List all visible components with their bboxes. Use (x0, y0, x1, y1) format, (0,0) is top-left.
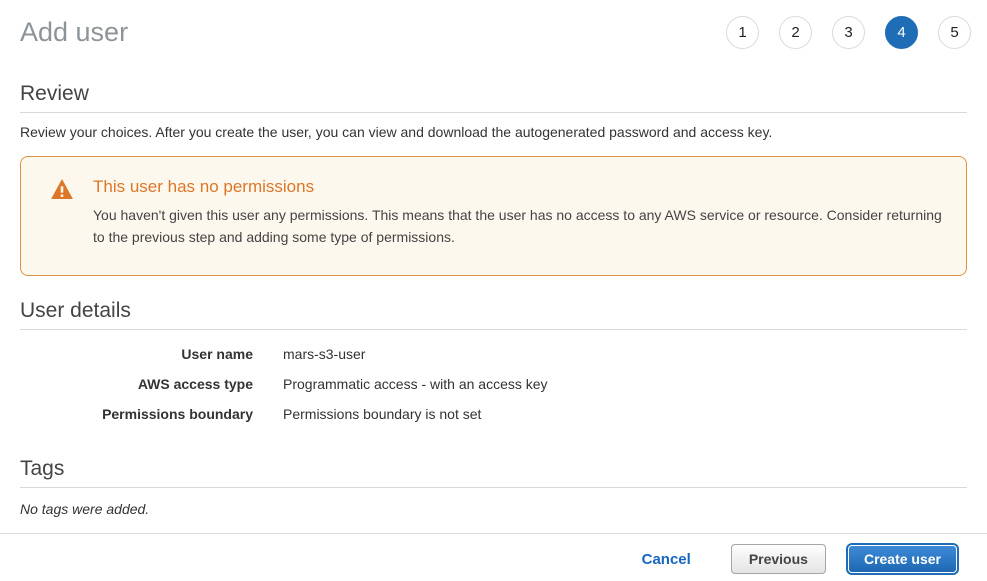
wizard-step-5: 5 (938, 16, 971, 49)
detail-row-access-type: AWS access type Programmatic access - wi… (20, 374, 967, 394)
review-description: Review your choices. After you create th… (20, 124, 967, 140)
detail-label: User name (20, 344, 253, 364)
no-permissions-warning-banner: This user has no permissions You haven't… (20, 156, 967, 276)
page-title: Add user (20, 17, 128, 48)
cancel-button[interactable]: Cancel (642, 551, 691, 568)
previous-button[interactable]: Previous (731, 544, 826, 574)
wizard-step-4-active: 4 (885, 16, 918, 49)
review-heading: Review (20, 81, 967, 106)
warning-body: You haven't given this user any permissi… (93, 204, 946, 248)
create-user-button-focus-ring: Create user (846, 543, 959, 575)
wizard-content: Review Review your choices. After you cr… (0, 81, 987, 517)
detail-label: Permissions boundary (20, 404, 253, 424)
detail-value: Permissions boundary is not set (283, 404, 481, 424)
tags-divider (20, 487, 967, 488)
user-details-heading: User details (20, 298, 967, 323)
wizard-footer: Cancel Previous Create user (0, 533, 987, 575)
wizard-step-1: 1 (726, 16, 759, 49)
tags-empty-message: No tags were added. (20, 501, 967, 517)
add-user-wizard-page: Add user 1 2 3 4 5 Review Review your ch… (0, 0, 987, 517)
warning-triangle-icon (51, 179, 73, 251)
create-user-button[interactable]: Create user (849, 546, 956, 572)
user-details-divider (20, 329, 967, 330)
detail-row-permissions-boundary: Permissions boundary Permissions boundar… (20, 404, 967, 424)
warning-title: This user has no permissions (93, 177, 946, 197)
wizard-step-3: 3 (832, 16, 865, 49)
detail-value: Programmatic access - with an access key (283, 374, 548, 394)
review-divider (20, 112, 967, 113)
user-details-list: User name mars-s3-user AWS access type P… (20, 344, 967, 424)
tags-heading: Tags (20, 456, 967, 481)
wizard-header: Add user 1 2 3 4 5 (0, 0, 987, 49)
detail-row-user-name: User name mars-s3-user (20, 344, 967, 364)
wizard-step-2: 2 (779, 16, 812, 49)
detail-label: AWS access type (20, 374, 253, 394)
detail-value: mars-s3-user (283, 344, 365, 364)
wizard-step-indicator: 1 2 3 4 5 (726, 16, 971, 49)
warning-content: This user has no permissions You haven't… (93, 177, 946, 251)
footer-buttons: Cancel Previous Create user (0, 534, 987, 575)
